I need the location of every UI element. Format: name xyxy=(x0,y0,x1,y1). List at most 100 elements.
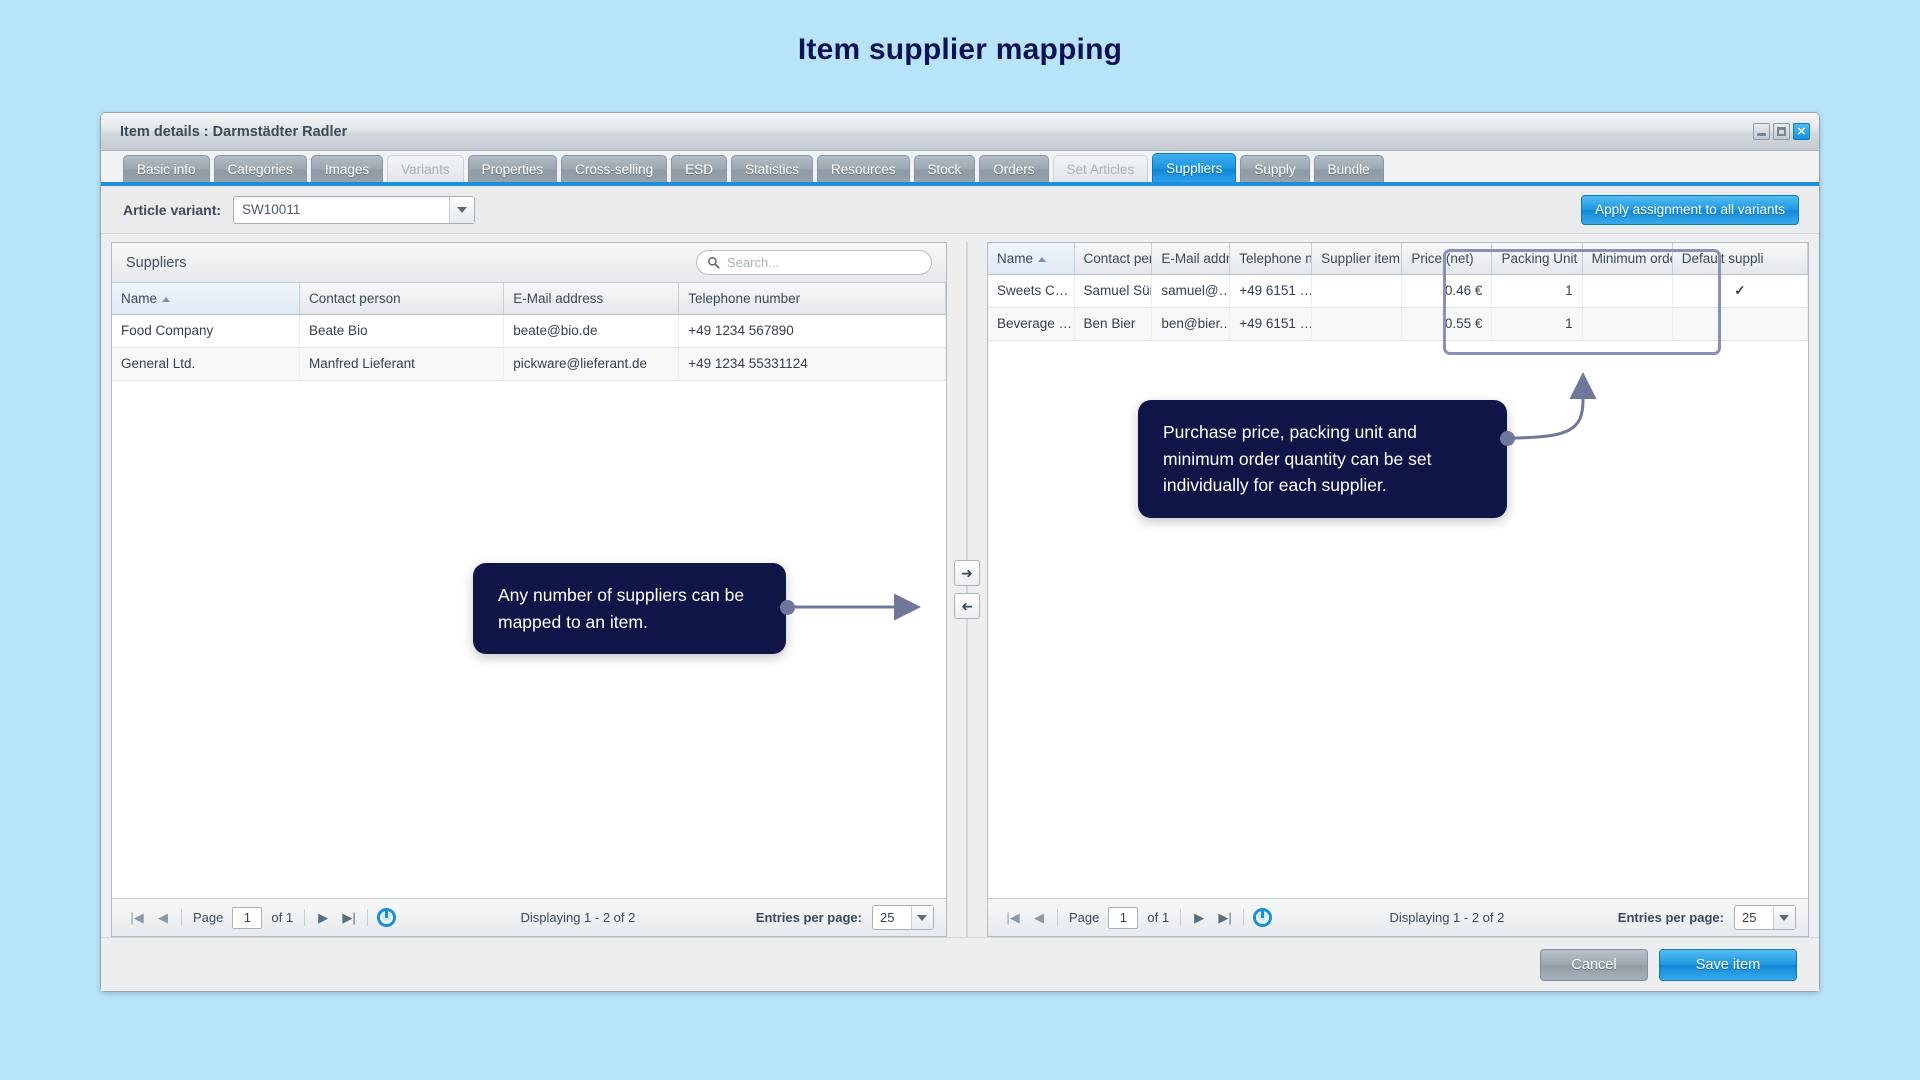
table-row[interactable]: Food Company Beate Bio beate@bio.de +49 … xyxy=(112,314,946,348)
left-pager: |◀ ◀ Page 1 of 1 ▶ ▶| Displaying 1 - 2 o… xyxy=(112,898,946,936)
transfer-controls: ➜ ➜ xyxy=(947,242,987,937)
cell-name: Food Company xyxy=(112,314,301,348)
maximize-icon[interactable] xyxy=(1773,123,1790,140)
assign-supplier-button[interactable]: ➜ xyxy=(954,560,980,586)
tab-set-articles[interactable]: Set Articles xyxy=(1052,155,1149,182)
left-panel-header: Suppliers Search... xyxy=(112,243,946,283)
minimize-icon[interactable] xyxy=(1753,123,1770,140)
callout-suppliers: Any number of suppliers can be mapped to… xyxy=(473,563,786,655)
cell-phone: +49 6151 … xyxy=(1229,307,1313,341)
tab-resources[interactable]: Resources xyxy=(816,155,910,182)
page-number-input[interactable]: 1 xyxy=(232,906,263,929)
tab-basic-info[interactable]: Basic info xyxy=(123,155,210,182)
last-page-icon[interactable]: ▶| xyxy=(1212,910,1238,926)
search-icon xyxy=(708,257,720,269)
cell-contact: Samuel Süß xyxy=(1074,274,1153,308)
left-panel-title: Suppliers xyxy=(126,254,187,271)
refresh-icon[interactable] xyxy=(1253,908,1273,927)
close-icon[interactable]: ✕ xyxy=(1793,123,1810,140)
column-header-email-address[interactable]: E-Mail addres xyxy=(1151,243,1231,275)
entries-per-page-select[interactable]: 25 xyxy=(871,905,934,930)
tab-bundle[interactable]: Bundle xyxy=(1313,155,1384,182)
table-row[interactable]: General Ltd. Manfred Lieferant pickware@… xyxy=(112,347,946,381)
chevron-down-icon[interactable] xyxy=(1772,906,1795,929)
column-header-supplier-item[interactable]: Supplier item xyxy=(1311,243,1403,275)
entries-per-page-label: Entries per page: xyxy=(755,910,862,925)
cancel-button[interactable]: Cancel xyxy=(1540,948,1648,981)
page-title: Item supplier mapping xyxy=(797,33,1123,66)
cell-email: beate@bio.de xyxy=(503,314,680,348)
window-title: Item details : Darmstädter Radler xyxy=(120,123,348,140)
page-count-label: of 1 xyxy=(271,910,294,925)
tab-variants[interactable]: Variants xyxy=(387,155,464,182)
callout-pricing: Purchase price, packing unit and minimum… xyxy=(1138,400,1507,518)
cell-contact: Manfred Lieferant xyxy=(299,347,505,381)
page-label: Page xyxy=(1069,910,1100,925)
displaying-label: Displaying 1 - 2 of 2 xyxy=(1389,910,1505,925)
column-header-telephone-number[interactable]: Telephone nu xyxy=(1229,243,1313,275)
column-header-name[interactable]: Name xyxy=(112,283,301,315)
window-footer: Cancel Save item xyxy=(101,937,1819,991)
cell-name: Sweets C… xyxy=(988,274,1075,308)
cell-contact: Ben Bier xyxy=(1074,307,1153,341)
tab-properties[interactable]: Properties xyxy=(467,155,558,182)
tab-categories[interactable]: Categories xyxy=(213,155,307,182)
article-variant-select[interactable]: SW10011 xyxy=(233,195,476,224)
cell-email: pickware@lieferant.de xyxy=(503,347,680,381)
cell-name: Beverage … xyxy=(988,307,1075,341)
entries-per-page-label: Entries per page: xyxy=(1617,910,1724,925)
column-header-telephone-number[interactable]: Telephone number xyxy=(678,283,946,315)
tab-esd[interactable]: ESD xyxy=(671,155,727,182)
screen-root: Item supplier mapping Item details : Dar… xyxy=(0,0,1920,1080)
refresh-icon[interactable] xyxy=(377,908,397,927)
column-header-contact-person[interactable]: Contact persc xyxy=(1074,243,1153,275)
cell-contact: Beate Bio xyxy=(299,314,505,348)
tab-suppliers[interactable]: Suppliers xyxy=(1152,153,1237,182)
pricing-columns-highlight xyxy=(1443,249,1721,355)
previous-page-icon[interactable]: ◀ xyxy=(150,910,176,926)
right-pager: |◀ ◀ Page 1 of 1 ▶ ▶| Displaying 1 - 2 o… xyxy=(988,898,1808,936)
first-page-icon[interactable]: |◀ xyxy=(124,910,150,926)
next-page-icon[interactable]: ▶ xyxy=(1186,910,1212,926)
last-page-icon[interactable]: ▶| xyxy=(336,910,362,926)
window-titlebar: Item details : Darmstädter Radler ✕ xyxy=(101,113,1819,151)
next-page-icon[interactable]: ▶ xyxy=(310,910,336,926)
previous-page-icon[interactable]: ◀ xyxy=(1026,910,1052,926)
callout-pricing-anchor-dot xyxy=(1500,431,1515,446)
apply-assignment-button[interactable]: Apply assignment to all variants xyxy=(1581,194,1799,225)
tab-statistics[interactable]: Statistics xyxy=(730,155,813,182)
first-page-icon[interactable]: |◀ xyxy=(1000,910,1026,926)
page-count-label: of 1 xyxy=(1147,910,1170,925)
cell-phone: +49 6151 … xyxy=(1229,274,1313,308)
column-header-name[interactable]: Name xyxy=(988,243,1075,275)
tab-images[interactable]: Images xyxy=(310,155,384,182)
unassign-supplier-button[interactable]: ➜ xyxy=(954,593,980,619)
entries-per-page-select[interactable]: 25 xyxy=(1733,905,1796,930)
page-number-input[interactable]: 1 xyxy=(1108,906,1139,929)
cell-phone: +49 1234 567890 xyxy=(678,314,946,348)
tab-cross-selling[interactable]: Cross-selling xyxy=(561,155,668,182)
tab-stock[interactable]: Stock xyxy=(913,155,976,182)
available-suppliers-table: Name Contact person E-Mail address Telep… xyxy=(112,283,946,381)
chevron-down-icon[interactable] xyxy=(449,196,475,223)
search-input[interactable]: Search... xyxy=(696,250,932,275)
cell-supplier-item xyxy=(1311,307,1403,341)
window-controls: ✕ xyxy=(1753,123,1810,140)
chevron-down-icon[interactable] xyxy=(910,906,933,929)
tab-orders[interactable]: Orders xyxy=(979,155,1049,182)
cell-email: samuel@… xyxy=(1151,274,1231,308)
save-item-button[interactable]: Save item xyxy=(1659,948,1797,981)
page-label: Page xyxy=(193,910,224,925)
cell-name: General Ltd. xyxy=(112,347,301,381)
column-header-email-address[interactable]: E-Mail address xyxy=(503,283,680,315)
variant-toolbar: Article variant: SW10011 Apply assignmen… xyxy=(101,186,1819,234)
sort-ascending-icon xyxy=(162,296,171,302)
entries-per-page-value: 25 xyxy=(1741,910,1757,925)
sort-ascending-icon xyxy=(1038,256,1047,262)
table-header-row: Name Contact person E-Mail address Telep… xyxy=(112,283,946,315)
cell-email: ben@bier.… xyxy=(1151,307,1231,341)
item-details-window: Item details : Darmstädter Radler ✕ Basi… xyxy=(100,112,1820,992)
article-variant-value: SW10011 xyxy=(242,202,301,217)
column-header-contact-person[interactable]: Contact person xyxy=(299,283,505,315)
tab-supply[interactable]: Supply xyxy=(1240,155,1310,182)
